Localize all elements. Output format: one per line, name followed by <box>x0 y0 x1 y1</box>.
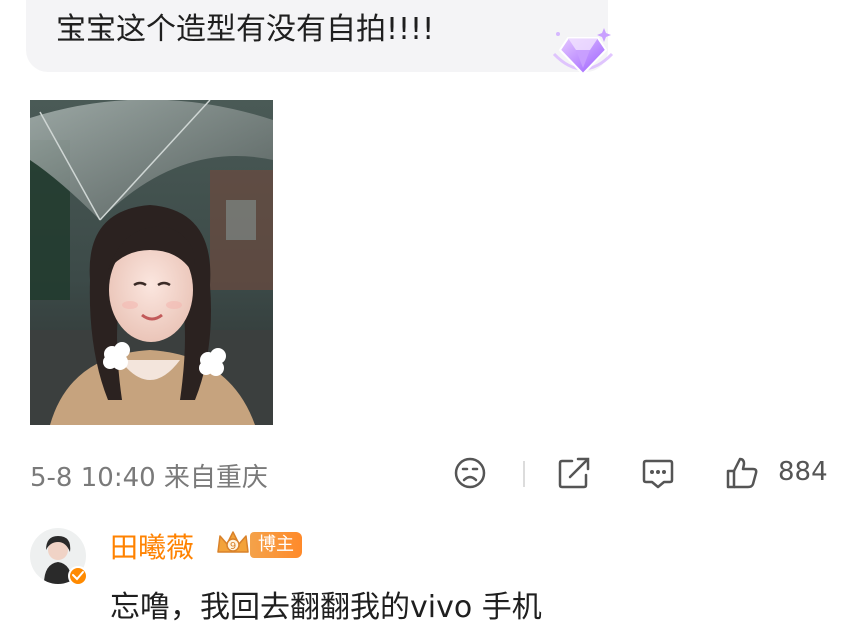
comment-bubble: 宝宝这个造型有没有自拍!!!! <box>26 0 608 72</box>
share-icon[interactable] <box>556 455 592 491</box>
verified-icon <box>68 566 88 586</box>
reply-text: 忘噜，我回去翻翻我的vivo 手机 <box>110 590 542 625</box>
comment-meta-row: 5-8 10:40 来自重庆 884 <box>30 453 830 497</box>
sad-face-icon[interactable] <box>452 455 488 491</box>
like-count: 884 <box>778 457 828 487</box>
crown-icon: 9 <box>217 531 249 553</box>
reply-author-name[interactable]: 田曦薇 <box>110 526 194 566</box>
comment-timestamp: 5-8 10:40 来自重庆 <box>30 463 268 493</box>
author-badge: 博主 <box>250 532 302 558</box>
selfie-photo[interactable] <box>30 100 273 425</box>
meta-divider <box>523 461 525 487</box>
comment-text: 宝宝这个造型有没有自拍!!!! <box>56 12 435 47</box>
reply-item: 田曦薇 9 博主 忘噜，我回去翻翻我的vivo 手机 <box>30 522 830 632</box>
gem-badge-icon <box>552 28 614 76</box>
weibo-comment-view: 宝宝这个造型有没有自拍!!!! 5-8 10:40 来自重庆 884 田曦薇 9… <box>0 0 853 639</box>
thumbs-up-icon[interactable] <box>724 455 760 491</box>
svg-text:9: 9 <box>230 541 236 552</box>
comment-icon[interactable] <box>640 455 676 491</box>
